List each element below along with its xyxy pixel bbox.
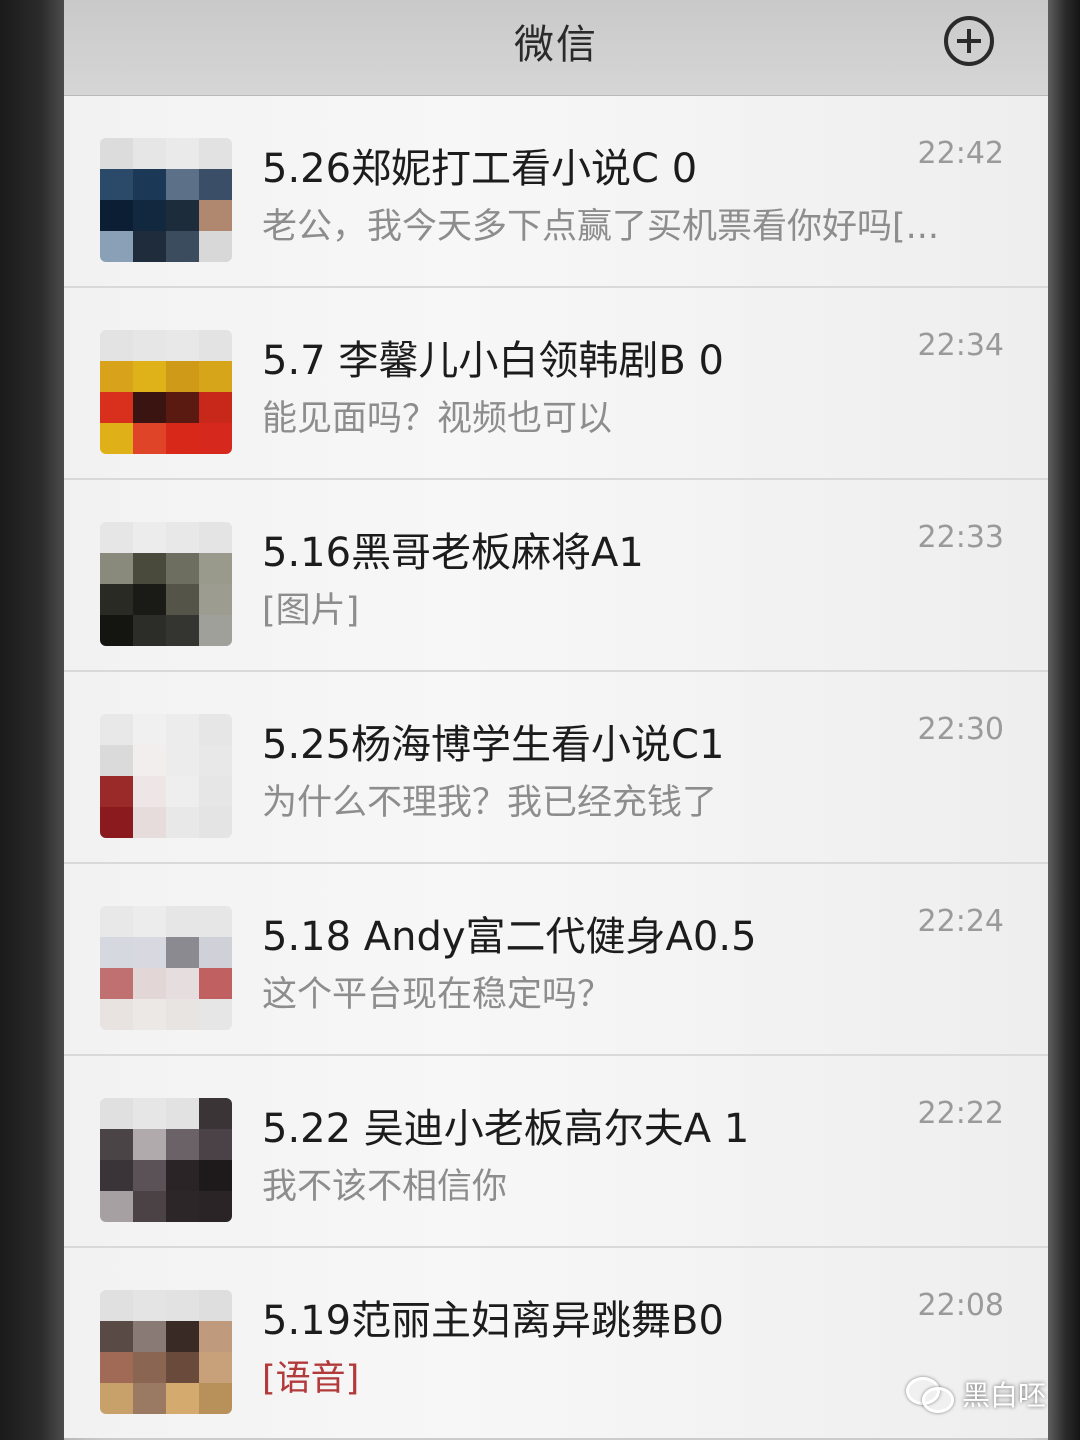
chat-name: 5.26郑妮打工看小说C 0	[262, 146, 698, 192]
chat-row[interactable]: 5.16黑哥老板麻将A1 22:33 [图片]	[64, 480, 1048, 672]
chat-preview: 能见面吗？视频也可以	[262, 399, 613, 439]
page-title: 微信	[514, 22, 598, 68]
chat-name: 5.22 吴迪小老板高尔夫A 1	[262, 1106, 750, 1152]
chat-row[interactable]: 5.26郑妮打工看小说C 0 22:42 老公，我今天多下点赢了买机票看你好吗[..…	[64, 96, 1048, 288]
plus-circle-icon[interactable]	[944, 16, 994, 66]
watermark-text: 黑白呸	[961, 1379, 1046, 1412]
avatar[interactable]	[100, 1290, 232, 1414]
chat-time: 22:33	[917, 520, 1004, 555]
chat-time: 22:24	[917, 904, 1004, 939]
chat-time: 22:30	[917, 712, 1004, 747]
watermark: 黑白呸	[905, 1374, 1046, 1414]
avatar[interactable]	[100, 906, 232, 1030]
phone-edge-left	[0, 0, 74, 1440]
chat-row[interactable]: 5.18 Andy富二代健身A0.5 22:24 这个平台现在稳定吗？	[64, 864, 1048, 1056]
chat-preview: 我不该不相信你	[262, 1167, 508, 1207]
chat-row[interactable]: 5.25杨海博学生看小说C1 22:30 为什么不理我？我已经充钱了	[64, 672, 1048, 864]
wechat-icon	[905, 1377, 954, 1413]
chat-time: 22:08	[917, 1288, 1004, 1323]
chat-time: 22:34	[917, 328, 1004, 363]
chat-time: 22:42	[917, 136, 1004, 171]
chat-preview: 为什么不理我？我已经充钱了	[262, 783, 718, 823]
chat-row[interactable]: 5.7 李馨儿小白领韩剧B 0 22:34 能见面吗？视频也可以	[64, 288, 1048, 480]
chat-row[interactable]: 5.22 吴迪小老板高尔夫A 1 22:22 我不该不相信你	[64, 1056, 1048, 1248]
avatar[interactable]	[100, 138, 232, 262]
avatar[interactable]	[100, 1098, 232, 1222]
chat-name: 5.19范丽主妇离异跳舞B0	[262, 1298, 724, 1344]
avatar[interactable]	[100, 522, 232, 646]
wechat-screen: 微信 5.26郑妮打工看小说C 0 22:42 老公，我今天多下点赢了买机票看你好吗…	[64, 0, 1048, 1440]
chat-row[interactable]: 5.19范丽主妇离异跳舞B0 22:08 [语音]	[64, 1248, 1048, 1438]
chat-time: 22:22	[917, 1096, 1004, 1131]
chat-name: 5.18 Andy富二代健身A0.5	[262, 914, 757, 960]
chat-name: 5.16黑哥老板麻将A1	[262, 530, 644, 576]
avatar[interactable]	[100, 330, 232, 454]
chat-list: 5.26郑妮打工看小说C 0 22:42 老公，我今天多下点赢了买机票看你好吗[..…	[64, 96, 1048, 1438]
chat-name: 5.25杨海博学生看小说C1	[262, 722, 725, 768]
chat-preview: 老公，我今天多下点赢了买机票看你好吗[...	[262, 207, 940, 247]
chat-preview: 这个平台现在稳定吗？	[262, 975, 613, 1015]
chat-name: 5.7 李馨儿小白领韩剧B 0	[262, 338, 724, 384]
nav-bar: 微信	[64, 0, 1048, 96]
chat-preview: [语音]	[262, 1359, 360, 1399]
chat-preview: [图片]	[262, 591, 360, 631]
phone-edge-right	[1044, 0, 1080, 1440]
avatar[interactable]	[100, 714, 232, 838]
